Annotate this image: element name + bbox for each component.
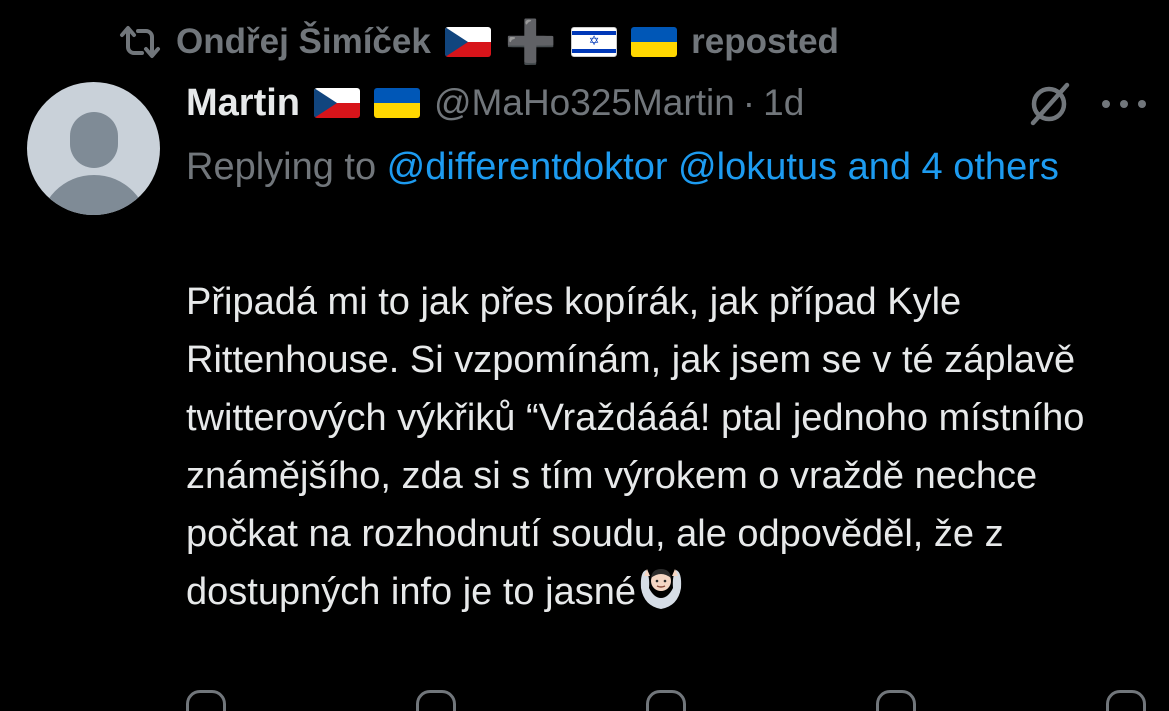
more-dot: [1120, 100, 1128, 108]
separator-dot: ·: [742, 82, 756, 123]
tweet-header: Martin @MaHo325Martin · 1d: [186, 78, 804, 128]
reposted-label: reposted: [691, 22, 839, 61]
replying-prefix: Replying to: [186, 146, 387, 188]
mention-link[interactable]: @differentdoktor: [387, 146, 668, 188]
tweet-text: Připadá mi to jak přes kopírák, jak příp…: [186, 281, 1085, 613]
tweet-body: Připadá mi to jak přes kopírák, jak příp…: [186, 273, 1156, 621]
reposter-name[interactable]: Ondřej Šimíček: [176, 22, 431, 62]
author-name[interactable]: Martin: [186, 82, 300, 125]
like-icon[interactable]: [646, 690, 686, 711]
reply-icon[interactable]: [186, 690, 226, 711]
czech-flag-icon: [314, 88, 360, 118]
more-dot: [1102, 100, 1110, 108]
others-link[interactable]: and 4 others: [848, 146, 1059, 188]
tweet-actions: [186, 690, 1146, 711]
ukraine-flag-icon: [631, 27, 678, 57]
avatar-shoulders-shape: [38, 175, 149, 215]
more-dot: [1138, 100, 1146, 108]
plus-icon: ➕: [504, 18, 558, 65]
czech-flag-icon: [444, 27, 491, 57]
share-icon[interactable]: [1106, 690, 1146, 711]
shrug-emoji: [640, 569, 682, 609]
repost-action-icon[interactable]: [416, 690, 456, 711]
avatar-head-shape: [69, 112, 118, 168]
author-handle[interactable]: @MaHo325Martin: [434, 82, 735, 124]
grok-icon[interactable]: [1025, 80, 1073, 128]
tweet-timestamp[interactable]: 1d: [763, 82, 804, 124]
more-options-icon[interactable]: [1100, 94, 1148, 114]
mention-link[interactable]: @lokutus: [678, 146, 837, 188]
replying-to: Replying to @differentdoktor @lokutus an…: [186, 136, 1126, 198]
views-icon[interactable]: [876, 690, 916, 711]
ukraine-flag-icon: [374, 88, 420, 118]
repost-icon: [118, 25, 162, 59]
repost-header[interactable]: Ondřej Šimíček ➕ ✡ reposted: [118, 18, 839, 66]
avatar[interactable]: [27, 82, 160, 215]
israel-flag-icon: ✡: [571, 27, 618, 57]
